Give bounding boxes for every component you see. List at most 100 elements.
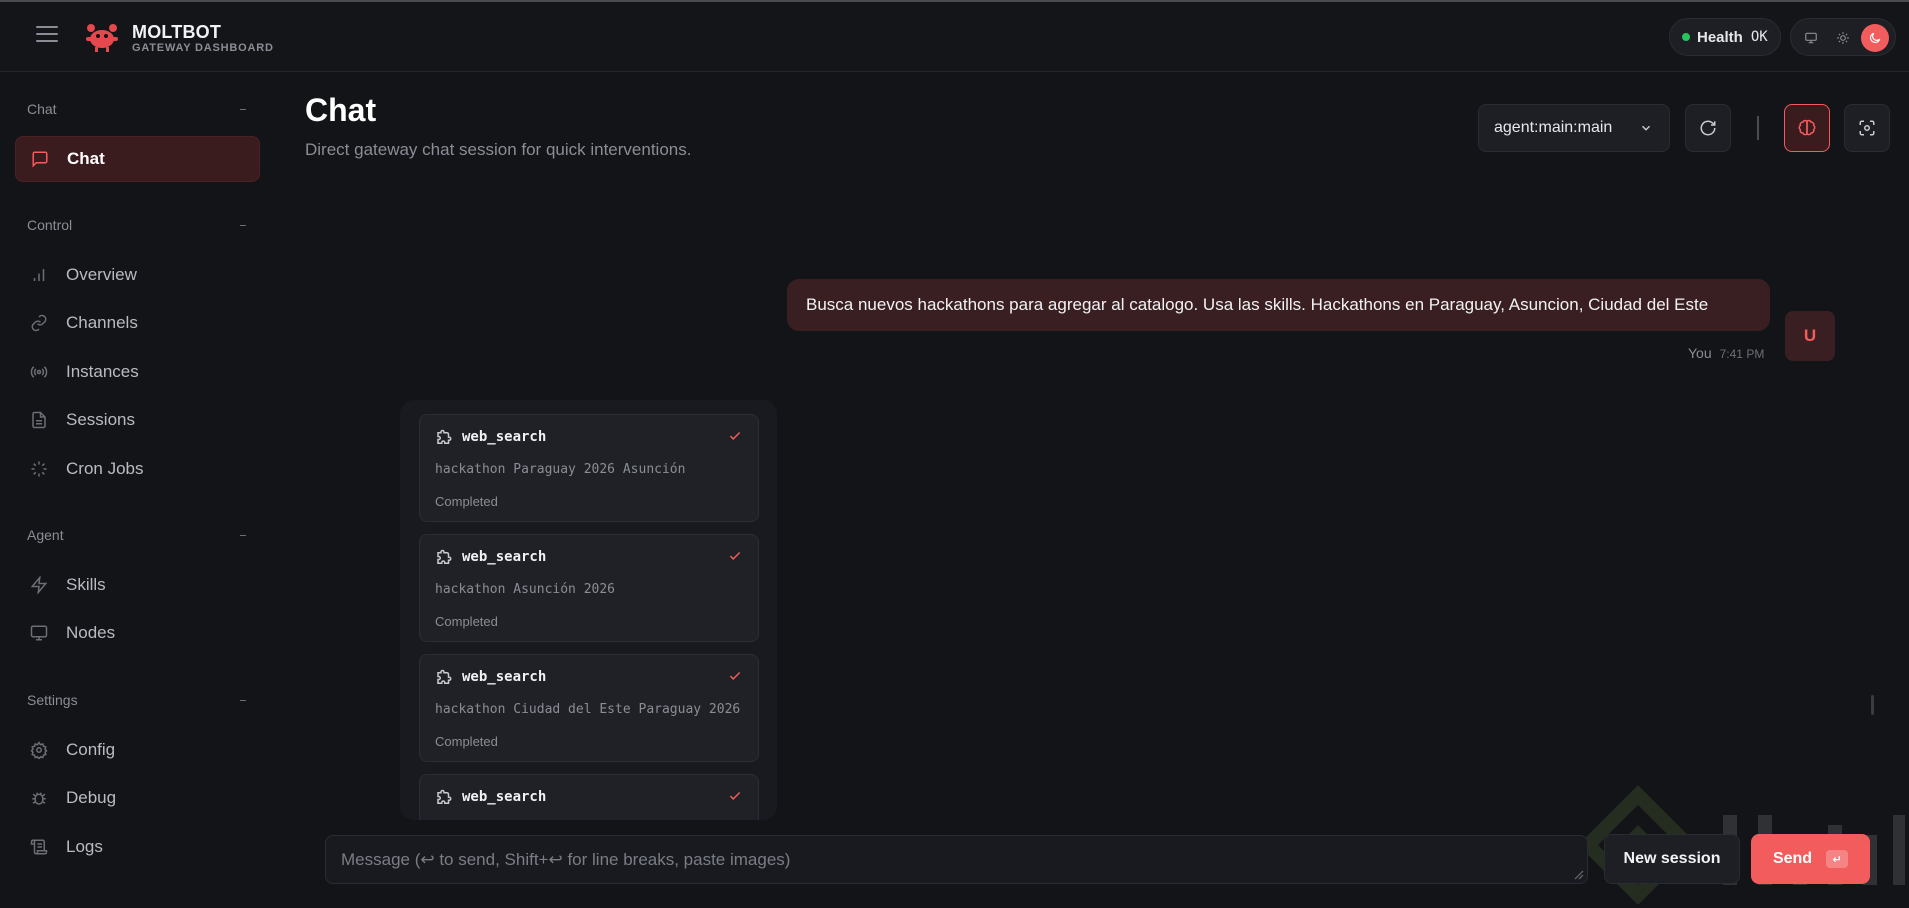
sidebar-item-overview[interactable]: Overview: [15, 252, 260, 298]
brain-icon: [1798, 119, 1816, 136]
page-title: Chat: [305, 92, 377, 128]
tool-name: web_search: [462, 429, 547, 445]
tool-status: Completed: [435, 734, 498, 749]
message-input[interactable]: Message (↩ to send, Shift+↩ for line bre…: [325, 835, 1588, 884]
sidebar-item-sessions[interactable]: Sessions: [15, 397, 260, 443]
tool-query: hackathon Paraguay 2026 Asunción: [435, 462, 686, 477]
section-title-control: Control: [27, 217, 73, 233]
zap-icon: [29, 575, 49, 595]
tool-status: Completed: [435, 494, 498, 509]
sidebar-item-nodes[interactable]: Nodes: [15, 610, 260, 656]
user-message-bubble: Busca nuevos hackathons para agregar al …: [787, 279, 1770, 331]
puzzle-icon: [437, 669, 452, 684]
thinking-toggle-button[interactable]: [1784, 104, 1830, 152]
collapse-settings-icon[interactable]: [240, 700, 246, 701]
sidebar-item-channels[interactable]: Channels: [15, 300, 260, 346]
message-author: You: [1688, 345, 1712, 361]
sidebar-item-instances[interactable]: Instances: [15, 349, 260, 395]
tool-name: web_search: [462, 549, 547, 565]
settings-icon: [29, 740, 49, 760]
sidebar-item-logs[interactable]: Logs: [15, 824, 260, 870]
enter-key-icon: ↵: [1826, 850, 1849, 868]
check-icon: [729, 791, 741, 800]
app-header: MOLTBOT GATEWAY DASHBOARD Health OK: [0, 2, 1909, 72]
scroll-icon: [29, 837, 49, 857]
health-badge[interactable]: Health OK: [1669, 18, 1781, 56]
message-meta: You 7:41 PM: [1688, 345, 1764, 361]
tool-call-card[interactable]: web_search hackathon Asunción 2026 Compl…: [419, 534, 759, 642]
send-button[interactable]: Send ↵: [1751, 834, 1870, 884]
tool-call-card[interactable]: web_search: [419, 774, 759, 820]
sidebar-item-label: Chat: [67, 149, 105, 168]
tool-query: hackathon Asunción 2026: [435, 582, 616, 597]
message-square-icon: [30, 149, 50, 169]
sidebar-item-chat[interactable]: Chat: [15, 136, 260, 182]
crab-logo-icon: [86, 24, 118, 52]
message-time: 7:41 PM: [1719, 347, 1765, 361]
sidebar-item-label: Channels: [66, 313, 138, 332]
session-select-value: agent:main:main: [1494, 119, 1613, 136]
bar-chart-icon: [29, 265, 49, 285]
theme-switcher: [1790, 18, 1896, 56]
section-title-settings: Settings: [27, 692, 78, 708]
tool-name: web_search: [462, 669, 547, 685]
page-subtitle: Direct gateway chat session for quick in…: [305, 140, 692, 159]
monitor-icon[interactable]: [1797, 24, 1825, 52]
tool-name: web_search: [462, 789, 547, 805]
tool-query: hackathon Ciudad del Este Paraguay 2026: [435, 702, 741, 717]
check-icon: [729, 551, 741, 560]
link-icon: [29, 313, 49, 333]
sidebar-item-label: Overview: [66, 265, 137, 284]
tool-call-card[interactable]: web_search hackathon Paraguay 2026 Asunc…: [419, 414, 759, 522]
sidebar-item-skills[interactable]: Skills: [15, 562, 260, 608]
resize-handle-icon[interactable]: [1574, 870, 1584, 880]
sidebar-item-cron-jobs[interactable]: Cron Jobs: [15, 446, 260, 492]
loader-icon: [29, 459, 49, 479]
check-icon: [729, 671, 741, 680]
focus-mode-button[interactable]: [1844, 104, 1890, 152]
health-value: OK: [1750, 29, 1768, 45]
session-select[interactable]: agent:main:main: [1478, 104, 1670, 152]
sidebar-item-config[interactable]: Config: [15, 727, 260, 773]
moon-icon[interactable]: [1861, 24, 1889, 52]
new-session-button[interactable]: New session: [1604, 834, 1740, 884]
focus-icon: [1859, 120, 1875, 136]
message-input-placeholder: Message (↩ to send, Shift+↩ for line bre…: [341, 849, 791, 869]
puzzle-icon: [437, 429, 452, 444]
chevron-down-icon: [1641, 125, 1651, 131]
send-label: Send: [1772, 850, 1813, 867]
sidebar-item-label: Nodes: [66, 623, 116, 642]
toolbar-divider: [1757, 116, 1759, 140]
brand-name: MOLTBOT: [132, 22, 222, 42]
sidebar: Chat Chat Control Overview Channels Inst…: [0, 73, 270, 908]
status-dot-icon: [1682, 33, 1690, 41]
menu-icon[interactable]: [36, 26, 58, 48]
refresh-button[interactable]: [1685, 104, 1731, 152]
new-session-label: New session: [1623, 850, 1721, 867]
sidebar-item-label: Instances: [66, 362, 139, 381]
sidebar-item-debug[interactable]: Debug: [15, 775, 260, 821]
section-title-chat: Chat: [27, 101, 57, 117]
tool-calls-group: web_search hackathon Paraguay 2026 Asunc…: [400, 400, 777, 820]
sidebar-item-label: Skills: [66, 575, 106, 594]
tool-call-card[interactable]: web_search hackathon Ciudad del Este Par…: [419, 654, 759, 762]
sidebar-item-label: Debug: [66, 788, 117, 807]
avatar: U: [1785, 311, 1835, 361]
health-label: Health: [1697, 28, 1743, 46]
collapse-agent-icon[interactable]: [240, 535, 246, 536]
check-icon: [729, 431, 741, 440]
puzzle-icon: [437, 789, 452, 804]
puzzle-icon: [437, 549, 452, 564]
sidebar-item-label: Logs: [66, 837, 103, 856]
sidebar-item-label: Sessions: [66, 410, 135, 429]
radio-icon: [29, 362, 49, 382]
collapse-control-icon[interactable]: [240, 225, 246, 226]
collapse-chat-icon[interactable]: [240, 109, 246, 110]
sun-icon[interactable]: [1829, 24, 1857, 52]
user-message-text: Busca nuevos hackathons para agregar al …: [806, 295, 1709, 314]
bug-icon: [29, 788, 49, 808]
monitor-icon: [29, 623, 49, 643]
file-text-icon: [29, 410, 49, 430]
sidebar-item-label: Cron Jobs: [66, 459, 144, 478]
scrollbar-thumb[interactable]: [1871, 695, 1874, 715]
